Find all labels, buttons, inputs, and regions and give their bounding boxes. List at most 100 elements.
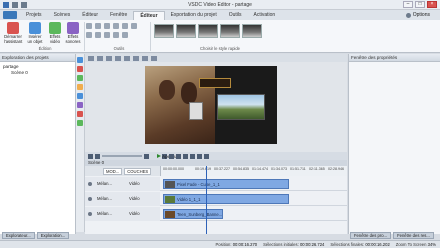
chart-tool-icon[interactable]: [77, 111, 83, 117]
redo-icon[interactable]: [133, 55, 139, 61]
prev-frame-icon[interactable]: [176, 153, 181, 159]
cut-icon[interactable]: [86, 23, 92, 29]
tab-projets[interactable]: Projets: [20, 11, 48, 20]
fit-icon[interactable]: [144, 153, 149, 159]
zoom-slider[interactable]: [102, 155, 142, 157]
tab-properties[interactable]: Fenêtre des pro...: [350, 232, 392, 239]
align-center-icon[interactable]: [95, 32, 101, 38]
grid-icon[interactable]: [106, 55, 112, 61]
layers-column[interactable]: COUCHES: [124, 168, 152, 175]
timeline-track[interactable]: Mélan... Vidéo Teen_Sunberg_Banne...: [85, 207, 347, 221]
visibility-icon[interactable]: [88, 197, 92, 201]
tab-scenes[interactable]: Scènes: [48, 11, 77, 20]
video-effects-icon: [49, 22, 61, 34]
maximize-button[interactable]: □: [415, 1, 425, 8]
zoom-in-icon[interactable]: [95, 153, 100, 159]
visibility-icon[interactable]: [88, 182, 92, 186]
style-thumbnail[interactable]: [176, 24, 196, 38]
video-effects-label: Effets vidéo: [49, 34, 61, 44]
layer-up-icon[interactable]: [113, 32, 119, 38]
undo-icon[interactable]: [124, 55, 130, 61]
preview-label: Aperçu: [162, 153, 177, 159]
insert-object-button[interactable]: Insérer un objet: [26, 22, 44, 44]
select-icon[interactable]: [88, 55, 94, 61]
position-label: Position:: [215, 242, 232, 247]
align-left-icon[interactable]: [86, 32, 92, 38]
shape-tool-icon[interactable]: [77, 75, 83, 81]
play-icon: [157, 154, 161, 158]
video-effects-button[interactable]: Effets vidéo: [46, 22, 64, 44]
timeline-clip[interactable]: Pixel Fade - Cube_1_1: [163, 179, 289, 189]
scene-canvas-area: [85, 62, 347, 152]
playhead[interactable]: [206, 166, 207, 234]
loop-icon[interactable]: [197, 153, 202, 159]
rotate-icon[interactable]: [131, 23, 137, 29]
video-frame-landscape[interactable]: [217, 94, 265, 120]
tab-editeur-1[interactable]: Éditeur: [76, 11, 104, 20]
audio-effects-button[interactable]: Effets sonores: [64, 22, 82, 44]
person-figure: [181, 82, 197, 104]
insert-object-label: Insérer un objet: [27, 34, 43, 44]
close-button[interactable]: ×: [427, 1, 437, 8]
zoom-tool-icon[interactable]: [77, 120, 83, 126]
minimize-button[interactable]: –: [403, 1, 413, 8]
wizard-button[interactable]: Démarrer l'assistant: [4, 22, 22, 44]
delete-icon[interactable]: [113, 23, 119, 29]
video-canvas[interactable]: [145, 66, 277, 144]
timeline-track[interactable]: Mélan... Vidéo Pixel Fade - Cube_1_1: [85, 177, 347, 191]
status-zoom[interactable]: Zoom To Screen 34%: [396, 242, 436, 247]
tab-export[interactable]: Exportation du projet: [165, 11, 223, 20]
text-tool-icon[interactable]: [77, 66, 83, 72]
timeline-track[interactable]: Mélan... Vidéo Vidéo 1_1_1: [85, 192, 347, 206]
paste-icon[interactable]: [104, 23, 110, 29]
align-right-icon[interactable]: [104, 32, 110, 38]
editor-toolbar: [85, 54, 347, 62]
hand-icon[interactable]: [97, 55, 103, 61]
tab-explorer[interactable]: Explorateur...: [2, 232, 35, 239]
stop-icon[interactable]: [169, 153, 174, 159]
tab-project-exploration[interactable]: Exploration...: [36, 232, 70, 239]
modes-column[interactable]: MOD...: [103, 168, 123, 175]
style-thumbnail[interactable]: [198, 24, 218, 38]
clip-label: Teen_Sunberg_Banne...: [177, 212, 223, 217]
tab-fenetre[interactable]: Fenêtre: [104, 11, 133, 20]
properties-body: [349, 62, 440, 234]
tree-item-scene[interactable]: Scène 0: [3, 70, 72, 76]
marker-icon[interactable]: [204, 153, 209, 159]
zoom-out-icon[interactable]: [151, 55, 157, 61]
selection-start-value: 00:00:26.724: [299, 242, 325, 247]
pointer-tool-icon[interactable]: [77, 57, 83, 63]
app-menu-button[interactable]: [3, 11, 17, 19]
style-thumbnail[interactable]: [220, 24, 240, 38]
visibility-icon[interactable]: [88, 212, 92, 216]
ruler-tick: 02:28.946: [328, 167, 344, 171]
style-thumbnail[interactable]: [154, 24, 174, 38]
timeline-ruler[interactable]: 00:00:00.000 00:19.619 00:37.227 00:54.8…: [160, 166, 347, 176]
tab-editeur[interactable]: Éditeur: [133, 11, 165, 20]
clip-thumbnail: [165, 196, 175, 203]
timeline-clip[interactable]: Teen_Sunberg_Banne...: [163, 209, 223, 219]
copy-icon[interactable]: [95, 23, 101, 29]
timeline-clip[interactable]: Vidéo 1_1_1: [163, 194, 289, 204]
next-frame-icon[interactable]: [190, 153, 195, 159]
audio-tool-icon[interactable]: [77, 102, 83, 108]
tab-resources[interactable]: Fenêtre des res...: [393, 232, 434, 239]
zoom-in-icon[interactable]: [142, 55, 148, 61]
layer-down-icon[interactable]: [122, 32, 128, 38]
overlay-badge[interactable]: [199, 78, 231, 88]
tab-outils[interactable]: Outils: [223, 11, 248, 20]
play-icon[interactable]: [183, 153, 188, 159]
options-button[interactable]: Options: [405, 12, 430, 18]
zoom-out-icon[interactable]: [88, 153, 93, 159]
snap-icon[interactable]: [115, 55, 121, 61]
group-style-label: Choisir le style rapide: [199, 46, 241, 51]
tab-activation[interactable]: Activation: [247, 11, 281, 20]
audio-effects-label: Effets sonores: [65, 34, 81, 44]
preview-button[interactable]: Aperçu: [157, 153, 177, 159]
vertical-toolbar: [76, 54, 85, 232]
clip-thumbnail: [165, 181, 175, 188]
video-tool-icon[interactable]: [77, 93, 83, 99]
image-tool-icon[interactable]: [77, 84, 83, 90]
crop-icon[interactable]: [122, 23, 128, 29]
style-thumbnail[interactable]: [242, 24, 262, 38]
